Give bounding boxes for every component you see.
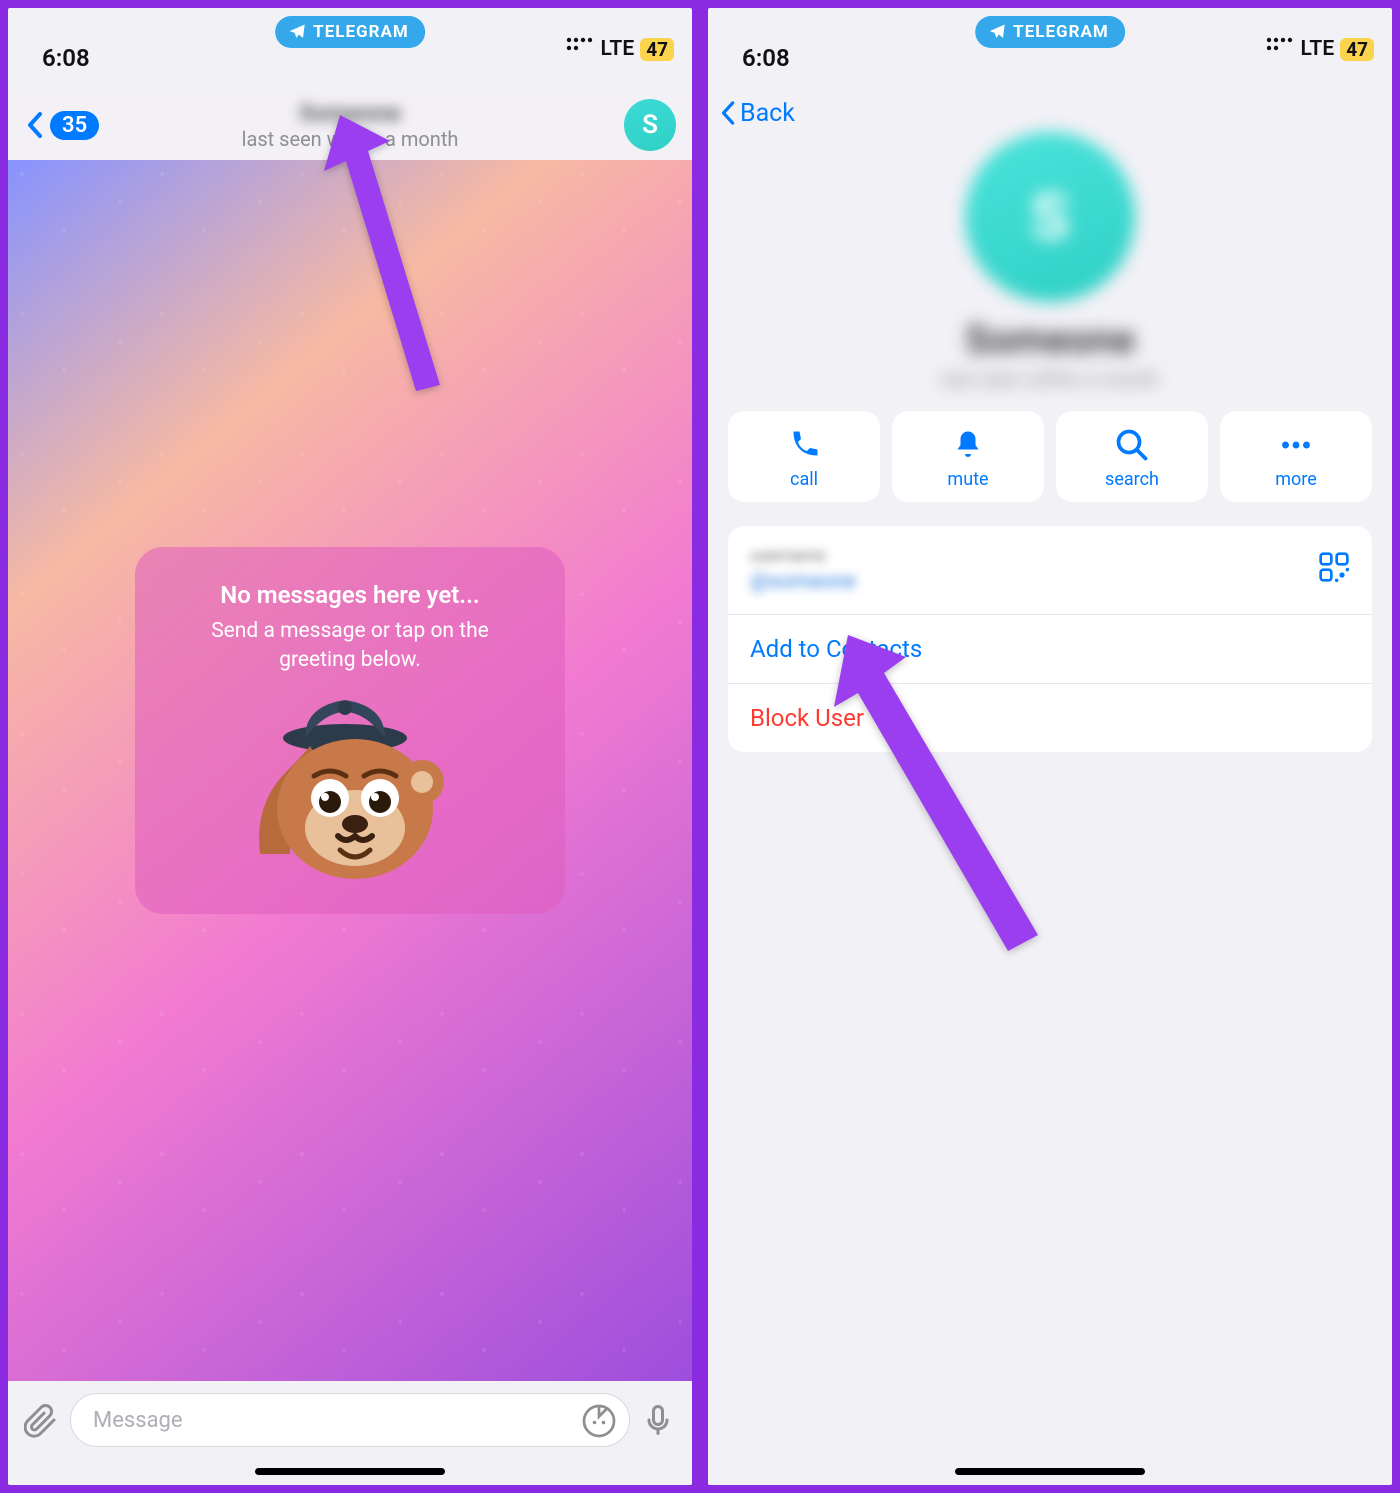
telegram-icon bbox=[987, 22, 1007, 42]
greeting-subtitle: Send a message or tap on the greeting be… bbox=[155, 617, 545, 674]
network-label: LTE bbox=[601, 37, 635, 61]
chat-header: 35 Someone last seen within a month S bbox=[8, 90, 692, 160]
chat-title[interactable]: Someone last seen within a month bbox=[8, 99, 692, 151]
username-row[interactable]: username @someone bbox=[728, 526, 1372, 614]
chevron-left-icon bbox=[718, 98, 740, 128]
status-bar: 6:08 TELEGRAM LTE 47 bbox=[708, 8, 1392, 90]
back-label: Back bbox=[740, 99, 795, 128]
profile-name: Someone bbox=[708, 316, 1392, 363]
back-button[interactable]: 35 bbox=[24, 110, 99, 140]
signal-icon bbox=[565, 36, 595, 62]
status-right: LTE 47 bbox=[565, 36, 674, 62]
profile-info-card: username @someone Add to Contacts Block … bbox=[728, 526, 1372, 752]
add-to-contacts-button[interactable]: Add to Contacts bbox=[728, 614, 1372, 683]
username-label: username bbox=[750, 546, 856, 566]
home-indicator[interactable] bbox=[955, 1468, 1145, 1475]
search-icon bbox=[1114, 427, 1150, 463]
signal-icon bbox=[1265, 36, 1295, 62]
greeting-title: No messages here yet... bbox=[155, 581, 545, 609]
greeting-sticker[interactable] bbox=[155, 694, 545, 894]
chat-body: No messages here yet... Send a message o… bbox=[8, 160, 692, 1381]
phone-profile-screen: 6:08 TELEGRAM LTE 47 Back S Someone last… bbox=[704, 4, 1396, 1489]
bear-sticker-icon bbox=[250, 694, 450, 894]
status-bar: 6:08 TELEGRAM LTE 47 bbox=[8, 8, 692, 90]
bell-icon bbox=[950, 427, 986, 463]
telegram-pill[interactable]: TELEGRAM bbox=[275, 16, 425, 48]
telegram-icon bbox=[287, 22, 307, 42]
battery-pill: 47 bbox=[640, 38, 674, 61]
call-button[interactable]: call bbox=[728, 411, 880, 502]
profile-status: last seen within a month bbox=[708, 367, 1392, 391]
phone-icon bbox=[786, 427, 822, 463]
battery-pill: 47 bbox=[1340, 38, 1374, 61]
message-placeholder: Message bbox=[93, 1408, 183, 1433]
attach-icon[interactable] bbox=[24, 1402, 60, 1438]
contact-avatar[interactable]: S bbox=[624, 99, 676, 151]
contact-status: last seen within a month bbox=[8, 127, 692, 151]
status-right: LTE 47 bbox=[1265, 36, 1374, 62]
profile-header: S Someone last seen within a month bbox=[708, 132, 1392, 391]
greeting-card[interactable]: No messages here yet... Send a message o… bbox=[135, 547, 565, 914]
home-indicator[interactable] bbox=[255, 1468, 445, 1475]
phone-chat-screen: 6:08 TELEGRAM LTE 47 35 Someone last see… bbox=[4, 4, 696, 1489]
status-time: 6:08 bbox=[742, 44, 790, 72]
chevron-left-icon bbox=[24, 110, 48, 140]
unread-badge: 35 bbox=[50, 111, 99, 140]
more-icon bbox=[1278, 427, 1314, 463]
profile-body: Back S Someone last seen within a month … bbox=[708, 90, 1392, 1485]
back-button[interactable]: Back bbox=[708, 90, 1392, 128]
mic-icon[interactable] bbox=[640, 1402, 676, 1438]
block-user-button[interactable]: Block User bbox=[728, 683, 1372, 752]
status-time: 6:08 bbox=[42, 44, 90, 72]
qr-icon[interactable] bbox=[1318, 551, 1350, 589]
mute-button[interactable]: mute bbox=[892, 411, 1044, 502]
contact-name: Someone bbox=[299, 99, 401, 127]
sticker-icon[interactable] bbox=[581, 1403, 617, 1445]
more-button[interactable]: more bbox=[1220, 411, 1372, 502]
message-input[interactable]: Message bbox=[70, 1393, 630, 1447]
profile-actions: call mute search more bbox=[708, 391, 1392, 502]
search-button[interactable]: search bbox=[1056, 411, 1208, 502]
username-value: @someone bbox=[750, 570, 856, 594]
network-label: LTE bbox=[1301, 37, 1335, 61]
profile-avatar[interactable]: S bbox=[965, 132, 1135, 302]
telegram-pill[interactable]: TELEGRAM bbox=[975, 16, 1125, 48]
